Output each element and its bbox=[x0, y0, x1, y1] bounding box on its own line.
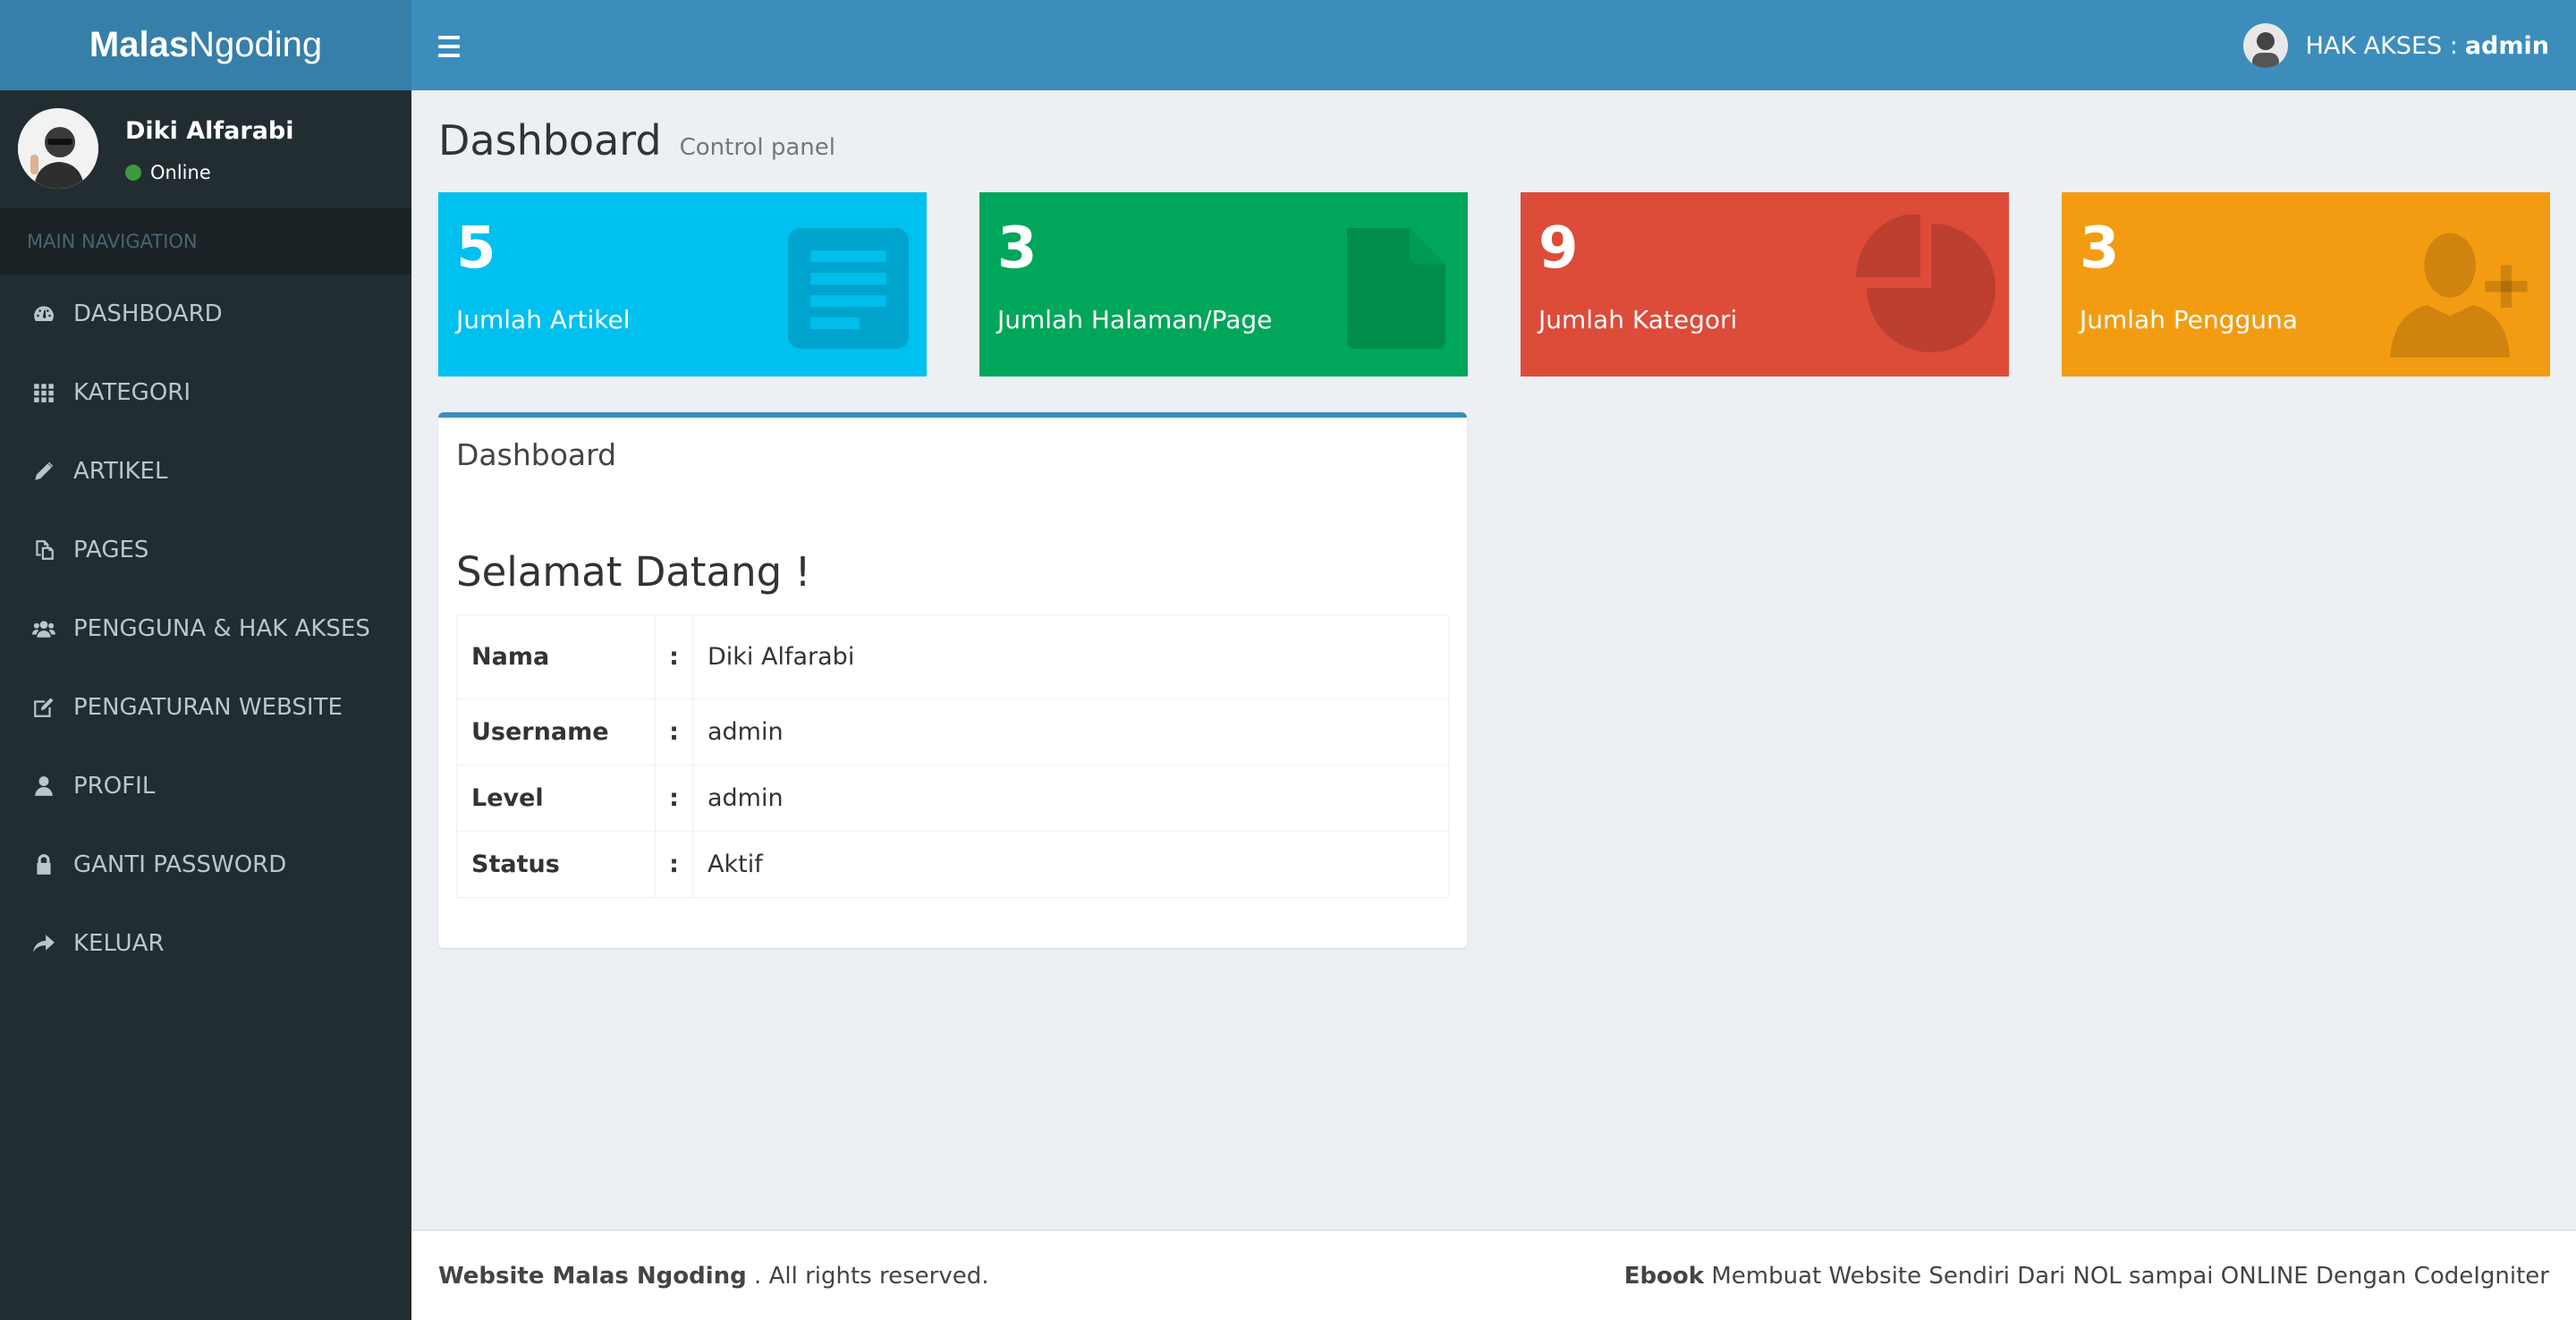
page-subtitle: Control panel bbox=[679, 134, 835, 161]
avatar bbox=[18, 108, 98, 189]
footer: Website Malas Ngoding . All rights reser… bbox=[411, 1230, 2576, 1320]
top-navbar: HAK AKSES : admin bbox=[411, 0, 2576, 90]
footer-ebook-text: Membuat Website Sendiri Dari NOL sampai … bbox=[1711, 1263, 2549, 1290]
dashboard-icon bbox=[30, 300, 57, 327]
table-row: Username : admin bbox=[456, 698, 1449, 766]
users-icon bbox=[30, 615, 57, 642]
stat-value: 5 bbox=[456, 216, 496, 282]
stat-box-halaman[interactable]: 3 Jumlah Halaman/Page bbox=[979, 192, 1468, 377]
sidebar-item-label: PROFIL bbox=[73, 773, 156, 800]
sidebar-item-kategori[interactable]: KATEGORI bbox=[0, 353, 411, 432]
content-header: Dashboard Control panel bbox=[438, 116, 835, 165]
user-plus-icon bbox=[2390, 233, 2528, 358]
stat-value: 9 bbox=[1538, 216, 1579, 282]
stat-label: Jumlah Kategori bbox=[1538, 305, 1738, 334]
sidebar-item-ganti-password[interactable]: GANTI PASSWORD bbox=[0, 825, 411, 904]
user-status-text: Online bbox=[150, 162, 211, 183]
logo-light-text: Ngoding bbox=[189, 25, 323, 64]
sidebar: Diki Alfarabi Online MAIN NAVIGATION DAS… bbox=[0, 90, 411, 1320]
nav-header: MAIN NAVIGATION bbox=[0, 208, 411, 275]
row-key: Status bbox=[456, 831, 656, 898]
user-menu[interactable]: HAK AKSES : admin bbox=[2242, 23, 2549, 68]
avatar bbox=[2242, 23, 2288, 68]
stat-box-kategori[interactable]: 9 Jumlah Kategori bbox=[1521, 192, 2009, 377]
stat-value: 3 bbox=[997, 216, 1038, 282]
stat-label: Jumlah Halaman/Page bbox=[997, 305, 1273, 334]
stat-label: Jumlah Artikel bbox=[456, 305, 631, 334]
sidebar-item-label: DASHBOARD bbox=[73, 300, 223, 327]
sidebar-item-label: PENGATURAN WEBSITE bbox=[73, 694, 343, 721]
row-key: Username bbox=[456, 698, 656, 766]
user-name: Diki Alfarabi bbox=[125, 117, 294, 145]
table-row: Status : Aktif bbox=[456, 831, 1449, 898]
row-value: Diki Alfarabi bbox=[692, 614, 1449, 699]
sidebar-item-profil[interactable]: PROFIL bbox=[0, 747, 411, 825]
user-status: Online bbox=[125, 162, 211, 183]
table-row: Nama : Diki Alfarabi bbox=[456, 614, 1449, 699]
sidebar-item-pages[interactable]: PAGES bbox=[0, 511, 411, 589]
lock-icon bbox=[30, 851, 57, 878]
pencil-icon bbox=[30, 458, 57, 485]
edit-icon bbox=[30, 694, 57, 721]
row-separator: : bbox=[655, 831, 693, 898]
sidebar-item-label: GANTI PASSWORD bbox=[73, 851, 287, 878]
user-icon bbox=[30, 773, 57, 800]
welcome-heading: Selamat Datang ! bbox=[456, 548, 811, 596]
document-lines-icon bbox=[788, 228, 909, 349]
row-separator: : bbox=[655, 614, 693, 699]
sidebar-item-label: KELUAR bbox=[73, 930, 165, 957]
logo-bold-text: Malas bbox=[89, 25, 190, 64]
sidebar-toggle-icon[interactable] bbox=[438, 30, 463, 59]
user-access-label: HAK AKSES : bbox=[2305, 31, 2458, 60]
sidebar-item-artikel[interactable]: ARTIKEL bbox=[0, 432, 411, 511]
sidebar-item-label: PAGES bbox=[73, 537, 149, 563]
user-role: admin bbox=[2464, 31, 2549, 60]
sidebar-item-keluar[interactable]: KELUAR bbox=[0, 904, 411, 983]
copy-icon bbox=[30, 537, 57, 563]
footer-ebook-promo: Ebook Membuat Website Sendiri Dari NOL s… bbox=[1624, 1263, 2549, 1290]
row-key: Nama bbox=[456, 614, 656, 699]
row-separator: : bbox=[655, 765, 693, 832]
pie-chart-icon bbox=[1856, 215, 1996, 352]
grid-icon bbox=[30, 379, 57, 406]
sidebar-item-pengaturan-website[interactable]: PENGATURAN WEBSITE bbox=[0, 668, 411, 747]
user-panel: Diki Alfarabi Online bbox=[0, 90, 411, 208]
stat-box-pengguna[interactable]: 3 Jumlah Pengguna bbox=[2062, 192, 2550, 377]
stat-box-artikel[interactable]: 5 Jumlah Artikel bbox=[438, 192, 927, 377]
row-separator: : bbox=[655, 698, 693, 766]
table-row: Level : admin bbox=[456, 765, 1449, 832]
sidebar-item-label: ARTIKEL bbox=[73, 458, 168, 485]
footer-rights-text: . All rights reserved. bbox=[754, 1263, 989, 1290]
row-value: admin bbox=[692, 765, 1449, 832]
sidebar-item-dashboard[interactable]: DASHBOARD bbox=[0, 275, 411, 353]
page-title: Dashboard bbox=[438, 116, 662, 165]
status-online-icon bbox=[125, 165, 141, 181]
row-key: Level bbox=[456, 765, 656, 832]
footer-site-name: Website Malas Ngoding bbox=[438, 1263, 747, 1290]
row-value: admin bbox=[692, 698, 1449, 766]
dashboard-panel: Dashboard Selamat Datang ! Nama : Diki A… bbox=[438, 412, 1467, 948]
sidebar-item-label: PENGGUNA & HAK AKSES bbox=[73, 615, 370, 642]
share-icon bbox=[30, 930, 57, 957]
stat-label: Jumlah Pengguna bbox=[2080, 305, 2298, 334]
file-icon bbox=[1347, 228, 1445, 349]
brand-logo[interactable]: Malas Ngoding bbox=[0, 0, 411, 90]
panel-title: Dashboard bbox=[456, 437, 617, 472]
sidebar-item-pengguna-hak-akses[interactable]: PENGGUNA & HAK AKSES bbox=[0, 589, 411, 668]
sidebar-item-label: KATEGORI bbox=[73, 379, 191, 406]
row-value: Aktif bbox=[692, 831, 1449, 898]
footer-ebook-label: Ebook bbox=[1623, 1263, 1705, 1290]
user-info-table: Nama : Diki Alfarabi Username : admin Le… bbox=[456, 614, 1449, 898]
stat-value: 3 bbox=[2080, 216, 2120, 282]
footer-copyright: Website Malas Ngoding . All rights reser… bbox=[438, 1263, 988, 1290]
